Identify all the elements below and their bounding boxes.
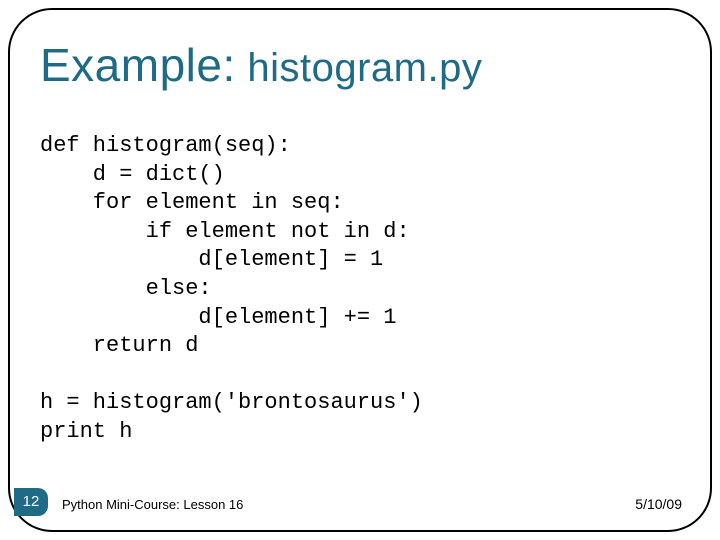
footer: 12 Python Mini-Course: Lesson 16 5/10/09	[0, 488, 720, 516]
title-prefix: Example:	[40, 39, 236, 91]
date-label: 5/10/09	[635, 496, 682, 512]
slide: Example: histogram.py def histogram(seq)…	[0, 0, 720, 540]
code-block: def histogram(seq): d = dict() for eleme…	[40, 132, 423, 447]
page-number: 12	[14, 488, 48, 516]
title-filename: histogram.py	[247, 46, 482, 90]
slide-title: Example: histogram.py	[40, 38, 482, 92]
course-label: Python Mini-Course: Lesson 16	[62, 497, 243, 512]
